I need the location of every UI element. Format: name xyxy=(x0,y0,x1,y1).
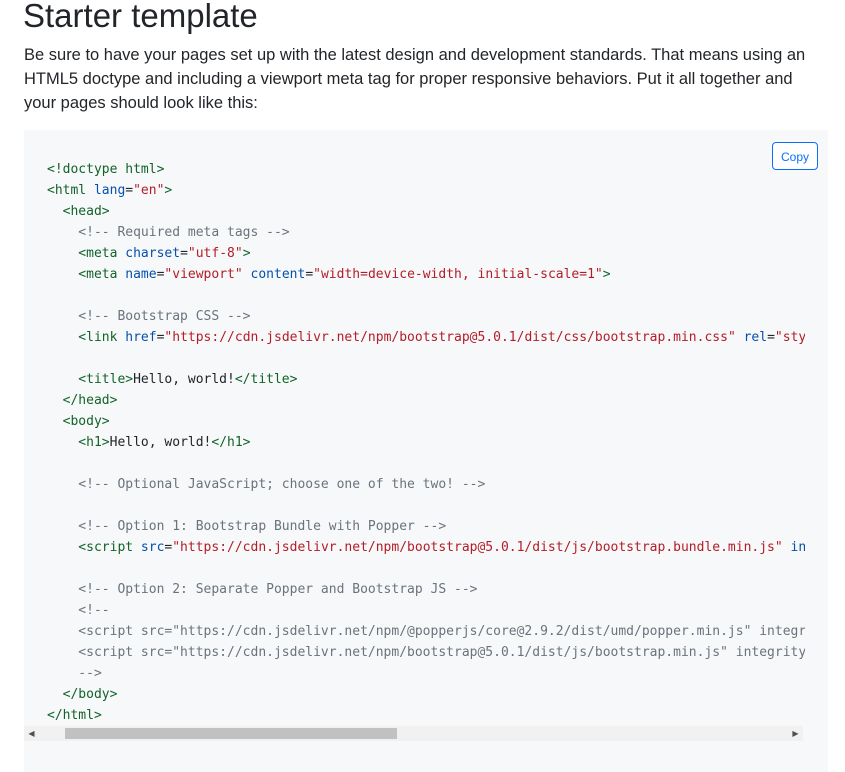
scroll-left-icon[interactable]: ◀ xyxy=(24,726,39,741)
code-line: <script src="https://cdn.jsdelivr.net/np… xyxy=(47,540,805,555)
code-line: <!-- xyxy=(47,603,110,618)
code-line: <!-- Option 1: Bootstrap Bundle with Pop… xyxy=(47,519,447,534)
code-block: Copy <!doctype html> <html lang="en"> <he… xyxy=(24,130,828,772)
code-line: <title>Hello, world!</title> xyxy=(47,372,298,387)
code-line: </html> xyxy=(47,708,102,723)
section-title: Starter template xyxy=(23,0,258,34)
code-line: <meta charset="utf-8"> xyxy=(47,246,251,261)
horizontal-scrollbar[interactable]: ◀ ▶ xyxy=(24,726,803,741)
code-line: <script src="https://cdn.jsdelivr.net/np… xyxy=(47,624,805,639)
section-description: Be sure to have your pages set up with t… xyxy=(24,46,806,112)
scrollbar-thumb[interactable] xyxy=(65,728,397,739)
code-listing: <!doctype html> <html lang="en"> <head> <… xyxy=(47,159,805,726)
code-line: <head> xyxy=(47,204,110,219)
code-line: </head> xyxy=(47,393,118,408)
code-line: <!-- Option 2: Separate Popper and Boots… xyxy=(47,582,478,597)
code-line: <!-- Required meta tags --> xyxy=(47,225,290,240)
code-line: <h1>Hello, world!</h1> xyxy=(47,435,251,450)
code-line: <meta name="viewport" content="width=dev… xyxy=(47,267,611,282)
code-line: <script src="https://cdn.jsdelivr.net/np… xyxy=(47,645,805,660)
code-line: --> xyxy=(47,666,102,681)
code-line: <html lang="en"> xyxy=(47,183,173,198)
code-line: <!-- Bootstrap CSS --> xyxy=(47,309,251,324)
code-line: <!-- Optional JavaScript; choose one of … xyxy=(47,477,486,492)
code-line: </body> xyxy=(47,687,118,702)
code-line: <body> xyxy=(47,414,110,429)
code-line: <link href="https://cdn.jsdelivr.net/npm… xyxy=(47,330,805,345)
scroll-right-icon[interactable]: ▶ xyxy=(788,726,803,741)
code-line: <!doctype html> xyxy=(47,162,165,177)
